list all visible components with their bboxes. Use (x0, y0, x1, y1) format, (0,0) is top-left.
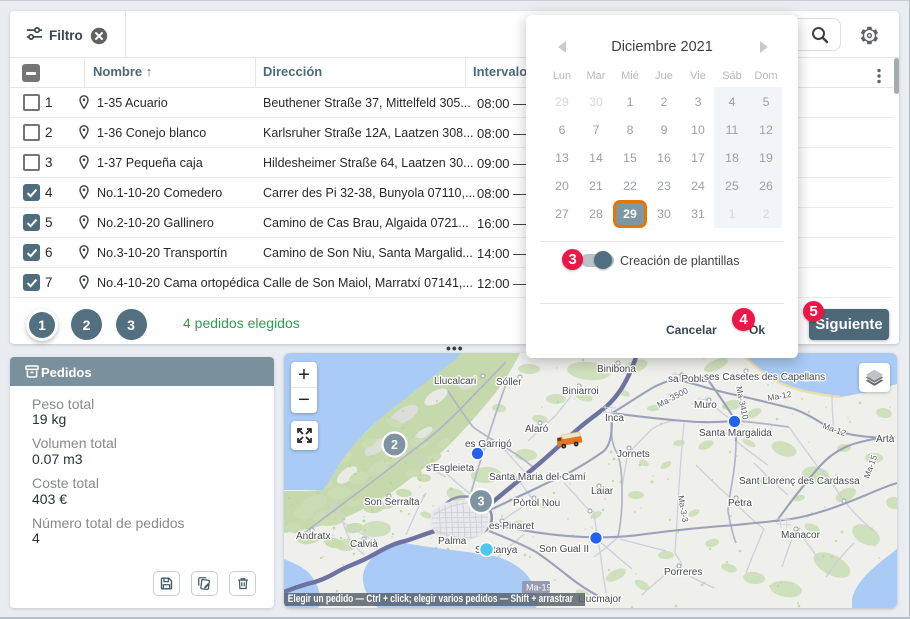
svg-text:Andratx: Andratx (296, 531, 330, 542)
svg-text:Manacor: Manacor (781, 530, 821, 541)
svg-text:s'Esgleieta: s'Esgleieta (426, 463, 474, 474)
svg-text:Inca: Inca (605, 413, 624, 424)
svg-text:Calvià: Calvià (350, 539, 378, 550)
svg-text:2: 2 (391, 438, 398, 452)
svg-text:Llucalcari: Llucalcari (434, 376, 476, 387)
svg-text:Alaró: Alaró (525, 424, 549, 435)
svg-text:Laiar: Laiar (591, 486, 614, 497)
svg-text:Sóller: Sóller (496, 377, 522, 388)
svg-text:ses Casetes des Capellans: ses Casetes des Capellans (704, 372, 825, 383)
svg-text:Santa Margalida: Santa Margalida (699, 428, 772, 439)
svg-text:Petra: Petra (728, 498, 752, 509)
svg-text:Son Serralta: Son Serralta (364, 497, 420, 508)
svg-text:3: 3 (478, 495, 485, 509)
svg-text:Muro: Muro (694, 400, 717, 411)
svg-text:Binibona: Binibona (597, 364, 636, 375)
svg-text:Pòrtol Nou: Pòrtol Nou (513, 498, 560, 509)
svg-text:Santa Maria del Camí: Santa Maria del Camí (489, 472, 586, 483)
svg-text:Porreres: Porreres (664, 567, 702, 578)
svg-text:Biniarroi: Biniarroi (562, 386, 599, 397)
svg-text:es Garrigó: es Garrigó (465, 439, 512, 450)
svg-text:Ma-19: Ma-19 (526, 583, 552, 593)
svg-text:Artà: Artà (876, 434, 895, 445)
svg-text:es Pinaret: es Pinaret (489, 521, 534, 532)
svg-text:Jornets: Jornets (617, 449, 650, 460)
svg-text:Son Gual II: Son Gual II (539, 544, 589, 555)
svg-text:sa Pobla: sa Pobla (668, 374, 707, 385)
svg-text:Palma: Palma (438, 536, 467, 547)
svg-text:Sant Llorenç des Cardassa: Sant Llorenç des Cardassa (739, 476, 860, 487)
